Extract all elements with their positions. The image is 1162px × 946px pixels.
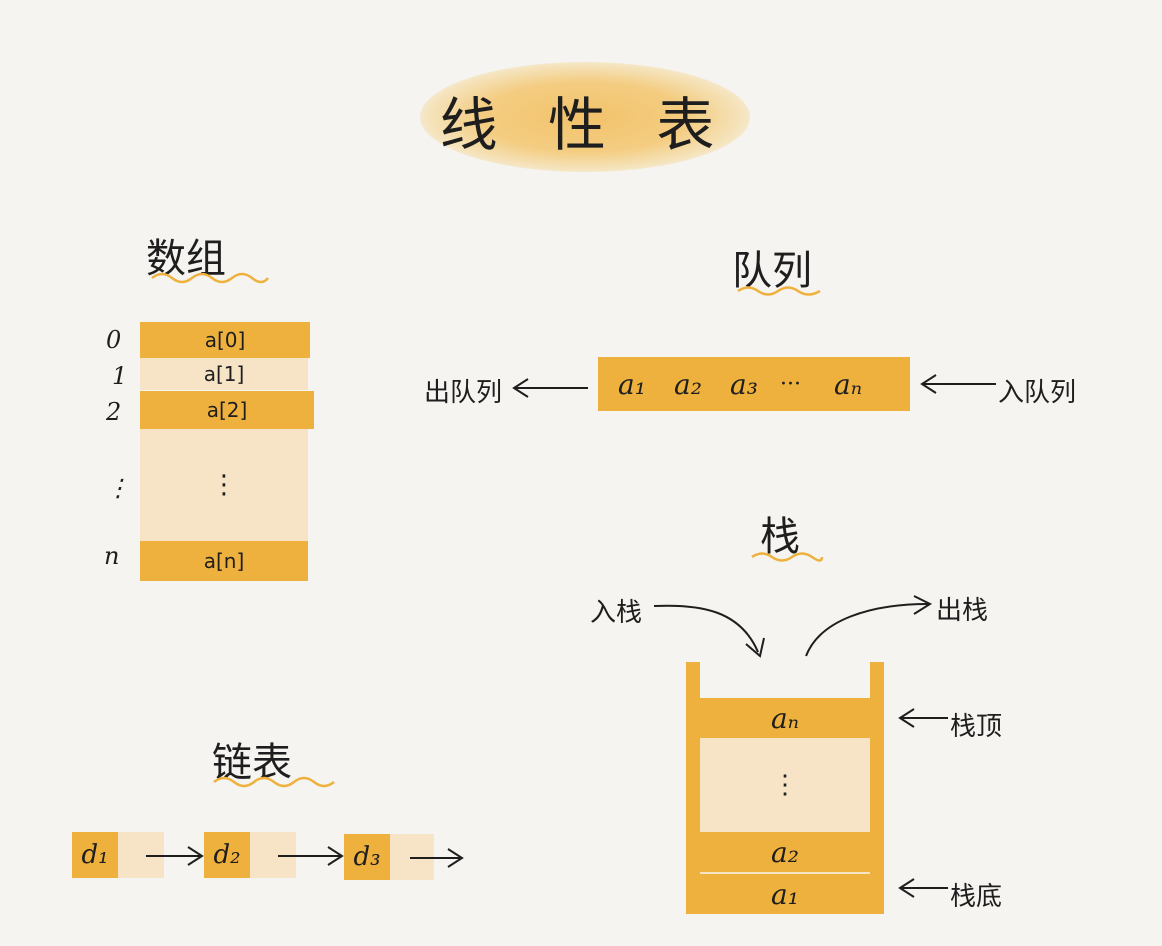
stack-top-label: 栈顶	[950, 712, 1003, 742]
stack-bottom-arrow-icon	[898, 878, 948, 898]
queue-item-1: a₁	[618, 368, 646, 401]
queue-item-2: a₂	[674, 368, 702, 401]
array-cell-ellipsis: ⋮	[140, 429, 308, 541]
pop-arrow-icon	[805, 595, 933, 657]
array-index-0: 0	[106, 326, 122, 354]
queue-item-n: aₙ	[834, 368, 863, 401]
array-title-underline	[151, 272, 269, 284]
push-arrow-icon	[653, 604, 765, 658]
enqueue-arrow-icon	[920, 374, 996, 394]
queue-ellipsis: ···	[780, 372, 801, 397]
pop-label: 出栈	[936, 596, 989, 626]
stack-middle: ⋮	[700, 738, 870, 832]
linked-list-arrow-1-icon	[146, 846, 204, 866]
push-label: 入栈	[590, 598, 643, 628]
enqueue-label: 入队列	[998, 378, 1077, 408]
queue-title-underline	[737, 286, 821, 296]
linked-list-node-2: d₂	[204, 832, 250, 878]
array-index-n: n	[104, 542, 120, 570]
stack-top-item: aₙ	[700, 698, 870, 738]
linked-list-title-underline	[213, 776, 335, 788]
array-cell-0: a[0]	[140, 322, 310, 358]
linked-list-arrow-3-icon	[410, 848, 464, 868]
stack-title-underline	[751, 552, 824, 562]
linked-list-arrow-2-icon	[278, 846, 344, 866]
linked-list-node-1: d₁	[72, 832, 118, 878]
stack-top-arrow-icon	[898, 708, 948, 728]
stack-bottom-label: 栈底	[950, 882, 1003, 912]
queue-item-3: a₃	[730, 368, 758, 401]
array-index-ellipsis: ⋮	[106, 474, 130, 502]
array-cell-n: a[n]	[140, 541, 308, 581]
array-index-1: 1	[112, 362, 128, 390]
linked-list-node-3: d₃	[344, 834, 390, 880]
array-cell-2: a[2]	[140, 391, 314, 429]
array-cell-1: a[1]	[140, 358, 308, 390]
dequeue-label: 出队列	[424, 378, 503, 408]
stack-second-item: a₂	[700, 832, 870, 872]
dequeue-arrow-icon	[512, 378, 588, 398]
stack-bottom-item: a₁	[700, 874, 870, 914]
page-title: 线 性 表	[439, 91, 731, 159]
array-index-2: 2	[106, 398, 122, 426]
